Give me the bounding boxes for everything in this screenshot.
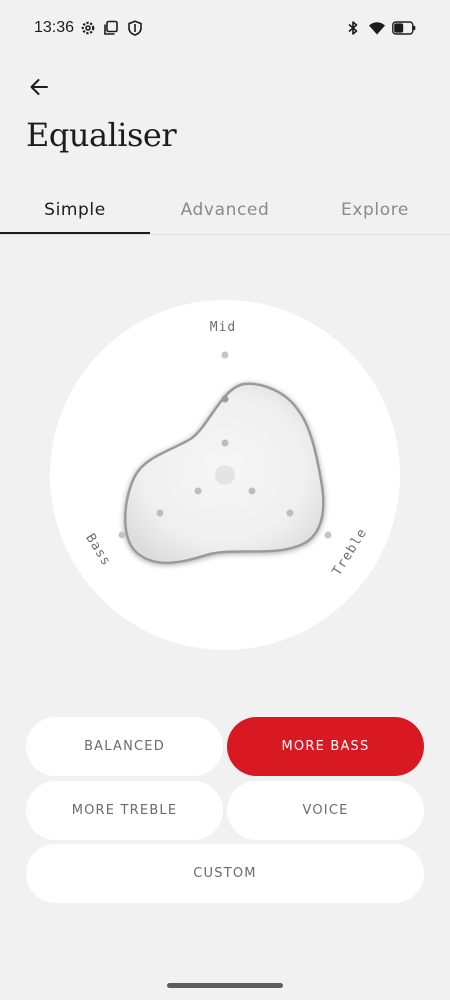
shield-icon <box>127 20 143 41</box>
arrow-left-icon <box>28 76 50 103</box>
mid-point-handle[interactable] <box>221 395 229 403</box>
treble-point-outer <box>324 531 332 539</box>
wifi-icon <box>368 20 386 41</box>
preset-label: MORE BASS <box>281 739 370 754</box>
preset-balanced-button[interactable]: BALANCED <box>26 717 223 776</box>
tab-label: Explore <box>341 199 409 220</box>
preset-more-treble-button[interactable]: MORE TREBLE <box>26 781 223 840</box>
preset-label: MORE TREBLE <box>71 803 178 818</box>
status-time: 13:36 <box>34 19 75 36</box>
back-button[interactable] <box>22 72 56 106</box>
tab-label: Simple <box>44 199 106 220</box>
tab-bar: Simple Advanced Explore <box>0 186 450 235</box>
preset-custom-button[interactable]: CUSTOM <box>26 844 424 903</box>
bass-point-outer <box>118 531 126 539</box>
mid-point-outer <box>221 351 229 359</box>
tab-indicator <box>0 232 150 234</box>
treble-point-handle[interactable] <box>286 509 294 517</box>
center-dot <box>215 465 235 485</box>
status-bar: 13:36 <box>0 0 450 58</box>
tab-simple[interactable]: Simple <box>0 186 150 234</box>
mid-point-inner <box>221 439 229 447</box>
page-title: Equaliser <box>26 116 177 154</box>
bluetooth-icon <box>346 20 360 41</box>
gesture-bar[interactable] <box>167 983 283 988</box>
eq-dial[interactable]: Mid Bass Treble <box>50 300 400 650</box>
preset-voice-button[interactable]: VOICE <box>227 781 424 840</box>
tab-advanced[interactable]: Advanced <box>150 186 300 233</box>
gear-icon <box>80 20 96 41</box>
screenshot-icon <box>103 20 119 41</box>
tab-explore[interactable]: Explore <box>300 186 450 233</box>
bass-point-handle[interactable] <box>156 509 164 517</box>
bass-point-inner <box>194 487 202 495</box>
treble-point-inner <box>248 487 256 495</box>
preset-label: CUSTOM <box>193 866 257 881</box>
equaliser-screen: 13:36 Equaliser Simple Advanced Explore … <box>0 0 450 1000</box>
preset-label: VOICE <box>302 803 349 818</box>
preset-label: BALANCED <box>84 739 165 754</box>
preset-more-bass-button[interactable]: MORE BASS <box>227 717 424 776</box>
tab-label: Advanced <box>180 199 270 220</box>
mid-label: Mid <box>210 320 236 335</box>
battery-icon <box>392 21 416 40</box>
